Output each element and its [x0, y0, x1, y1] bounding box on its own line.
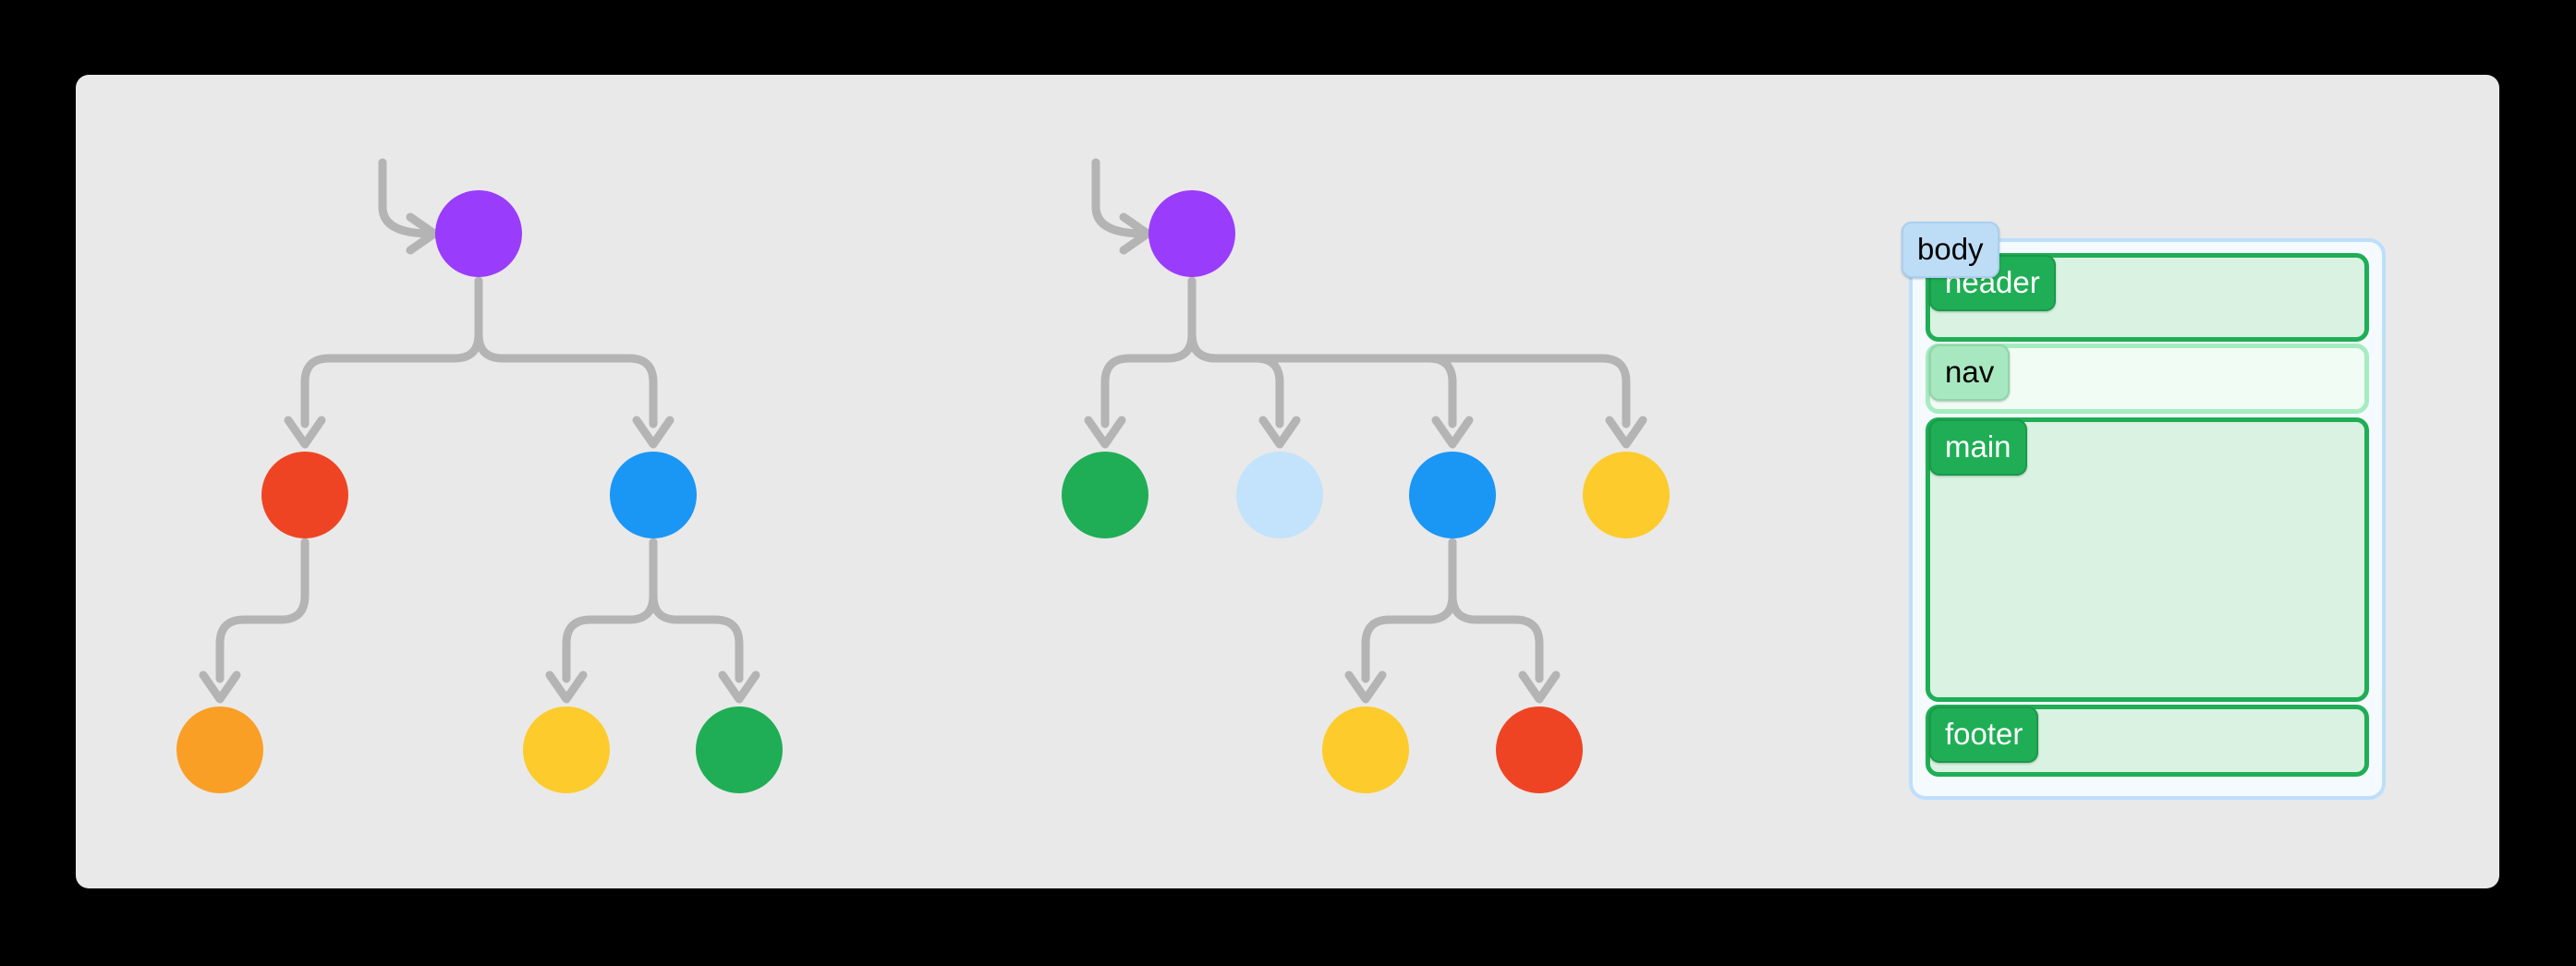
dom-label-body: body [1902, 222, 1999, 278]
dom-label-nav: nav [1929, 344, 2011, 401]
dom-box-main[interactable]: main [1926, 417, 2369, 702]
screenshot-canvas: body header nav main footer [0, 0, 2576, 966]
dom-label-main: main [1929, 419, 2027, 476]
dom-box-footer[interactable]: footer [1926, 705, 2369, 777]
dom-box-nav[interactable]: nav [1926, 344, 2369, 414]
dom-label-footer: footer [1929, 706, 2039, 763]
dom-box-diagram[interactable]: body header nav main footer [1902, 222, 2386, 800]
